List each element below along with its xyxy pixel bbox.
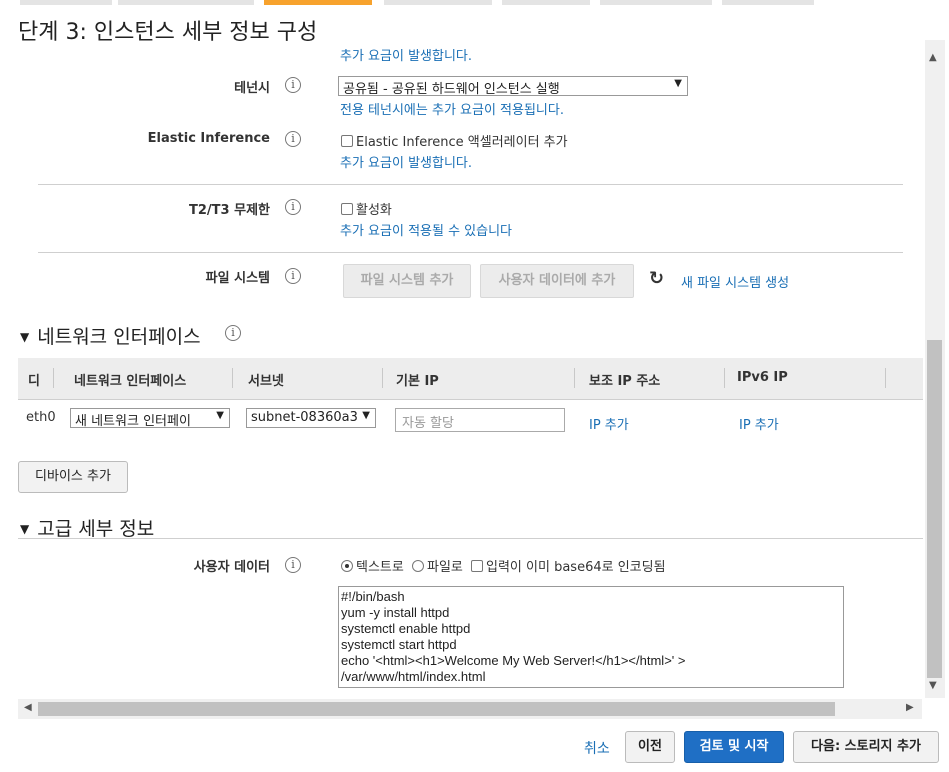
network-info-icon[interactable]: i xyxy=(225,325,241,341)
wizard-step-5[interactable] xyxy=(502,0,590,5)
user-data-info-icon[interactable]: i xyxy=(285,557,301,573)
scroll-up-icon[interactable]: ▲ xyxy=(929,52,937,63)
col-device: 디 xyxy=(28,374,40,389)
wizard-step-4[interactable] xyxy=(384,0,492,5)
scroll-down-icon[interactable]: ▼ xyxy=(929,680,937,691)
scroll-left-icon[interactable]: ◀ xyxy=(24,702,32,713)
create-file-system-link[interactable]: 새 파일 시스템 생성 xyxy=(681,272,789,291)
wizard-step-7[interactable] xyxy=(722,0,814,5)
t2t3-info-icon[interactable]: i xyxy=(285,199,301,215)
add-device-button[interactable]: 디바이스 추가 xyxy=(18,461,128,493)
subnet-value: subnet-08360a3 xyxy=(251,410,358,425)
collapse-triangle-icon: ▼ xyxy=(20,330,30,344)
wizard-steps xyxy=(0,0,949,8)
column-separator xyxy=(574,368,575,388)
column-separator xyxy=(885,368,886,388)
wizard-step-1[interactable] xyxy=(20,0,112,5)
network-interface-select[interactable]: 새 네트워크 인터페이 ▼ xyxy=(70,408,230,428)
user-data-textarea[interactable]: #!/bin/bash yum -y install httpd systemc… xyxy=(338,586,844,688)
radio-as-text-label: 텍스트로 xyxy=(356,560,404,575)
t2t3-checkbox[interactable] xyxy=(341,203,353,215)
top-cost-note: 추가 요금이 발생합니다. xyxy=(340,49,472,64)
wizard-step-6[interactable] xyxy=(600,0,712,5)
tenancy-selected-value: 공유됨 - 공유된 하드웨어 인스턴스 실행 xyxy=(343,82,560,96)
radio-as-file-label: 파일로 xyxy=(426,560,463,575)
dropdown-arrow-icon: ▼ xyxy=(674,78,682,89)
base64-checkbox-label: 입력이 이미 base64로 인코딩됨 xyxy=(486,560,666,575)
elastic-inference-checkbox-row[interactable]: Elastic Inference 액셀러레이터 추가 xyxy=(341,131,568,150)
t2t3-checkbox-row[interactable]: 활성화 xyxy=(341,199,392,218)
divider xyxy=(18,538,923,539)
t2t3-checkbox-label: 활성화 xyxy=(356,203,392,218)
network-section-title: 네트워크 인터페이스 xyxy=(37,326,201,348)
col-subnet: 서브넷 xyxy=(248,374,284,389)
file-system-info-icon[interactable]: i xyxy=(285,268,301,284)
network-interface-value: 새 네트워크 인터페이 xyxy=(75,414,191,428)
next-add-storage-button[interactable]: 다음: 스토리지 추가 xyxy=(793,731,939,763)
add-ipv6-link[interactable]: IP 추가 xyxy=(739,414,779,433)
cancel-link[interactable]: 취소 xyxy=(584,738,610,758)
previous-button[interactable]: 이전 xyxy=(625,731,675,763)
elastic-inference-note: 추가 요금이 발생합니다. xyxy=(340,156,472,171)
t2t3-label: T2/T3 무제한 xyxy=(189,203,270,218)
dropdown-arrow-icon: ▼ xyxy=(216,410,224,421)
device-cell: eth0 xyxy=(26,410,56,425)
primary-ip-input[interactable]: 자동 할당 xyxy=(395,408,565,432)
column-separator xyxy=(382,368,383,388)
radio-as-file[interactable] xyxy=(411,560,424,572)
base64-checkbox[interactable] xyxy=(471,560,484,572)
wizard-step-3-active[interactable] xyxy=(264,0,372,5)
col-network-interface: 네트워크 인터페이스 xyxy=(74,374,187,389)
user-data-options: 텍스트로 파일로 입력이 이미 base64로 인코딩됨 xyxy=(341,556,666,575)
radio-as-text[interactable] xyxy=(341,560,353,572)
network-section-header[interactable]: ▼ 네트워크 인터페이스 xyxy=(20,322,201,349)
add-secondary-ip-link[interactable]: IP 추가 xyxy=(589,414,629,433)
elastic-inference-label: Elastic Inference xyxy=(147,131,270,146)
advanced-section-header[interactable]: ▼ 고급 세부 정보 xyxy=(20,514,154,541)
divider xyxy=(38,184,903,185)
user-data-label: 사용자 데이터 xyxy=(193,560,270,575)
collapse-triangle-icon: ▼ xyxy=(20,522,30,536)
dropdown-arrow-icon: ▼ xyxy=(362,410,370,421)
add-to-user-data-button[interactable]: 사용자 데이터에 추가 xyxy=(480,264,634,298)
horizontal-scrollbar[interactable]: ◀ ▶ xyxy=(18,699,922,719)
tenancy-note: 전용 테넌시에는 추가 요금이 적용됩니다. xyxy=(340,103,564,118)
column-separator xyxy=(232,368,233,388)
wizard-step-2[interactable] xyxy=(118,0,254,5)
tenancy-label: 테넌시 xyxy=(234,81,270,96)
horizontal-scroll-thumb[interactable] xyxy=(38,702,835,716)
t2t3-note: 추가 요금이 적용될 수 있습니다 xyxy=(340,224,513,239)
column-separator xyxy=(53,368,54,388)
refresh-icon[interactable]: ↻ xyxy=(649,268,664,289)
col-ipv6: IPv6 IP xyxy=(737,370,788,385)
column-separator xyxy=(724,368,725,388)
vertical-scroll-thumb[interactable] xyxy=(927,340,942,678)
file-system-label: 파일 시스템 xyxy=(205,271,270,286)
tenancy-select[interactable]: 공유됨 - 공유된 하드웨어 인스턴스 실행 ▼ xyxy=(338,76,688,96)
col-secondary-ip: 보조 IP 주소 xyxy=(589,374,661,389)
add-file-system-button[interactable]: 파일 시스템 추가 xyxy=(343,264,471,298)
elastic-inference-checkbox[interactable] xyxy=(341,135,353,147)
review-and-launch-button[interactable]: 검토 및 시작 xyxy=(684,731,784,763)
col-primary-ip: 기본 IP xyxy=(396,374,439,389)
elastic-inference-info-icon[interactable]: i xyxy=(285,131,301,147)
scroll-right-icon[interactable]: ▶ xyxy=(906,702,914,713)
divider xyxy=(38,252,903,253)
vertical-scrollbar[interactable]: ▲ ▼ xyxy=(925,40,945,698)
advanced-section-title: 고급 세부 정보 xyxy=(37,518,155,540)
subnet-select[interactable]: subnet-08360a3 ▼ xyxy=(246,408,376,428)
tenancy-info-icon[interactable]: i xyxy=(285,77,301,93)
scroll-content: 추가 요금이 발생합니다. 테넌시 i 공유됨 - 공유된 하드웨어 인스턴스 … xyxy=(0,40,924,698)
elastic-inference-checkbox-label: Elastic Inference 액셀러레이터 추가 xyxy=(356,135,568,150)
network-table-header: 디 네트워크 인터페이스 서브넷 기본 IP 보조 IP 주소 IPv6 IP xyxy=(18,358,923,400)
